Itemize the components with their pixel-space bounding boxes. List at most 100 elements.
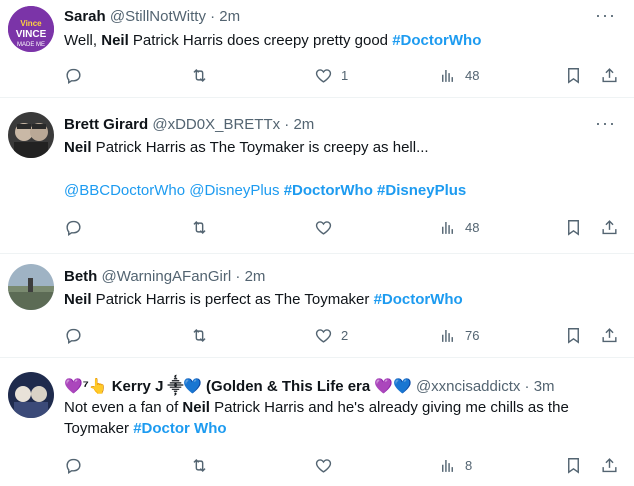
mention-link[interactable]: @DisneyPlus <box>189 182 279 199</box>
heart-icon <box>315 221 332 235</box>
like-button[interactable] <box>314 456 341 475</box>
avatar-image <box>8 112 54 158</box>
user-handle[interactable]: @StillNotWitty <box>110 8 206 25</box>
tweet[interactable]: Vince VINCE MADE ME Sarah @StillNotWitty… <box>0 0 634 98</box>
views-button[interactable]: 76 <box>438 326 479 345</box>
retweet-button[interactable] <box>190 326 217 345</box>
tweet-text-continued: Toymaker #Doctor Who <box>64 419 227 439</box>
share-icon <box>602 68 617 83</box>
share-button[interactable] <box>600 218 619 237</box>
display-name[interactable]: Brett Girard <box>64 116 148 133</box>
share-icon <box>602 328 617 343</box>
reply-button[interactable] <box>64 326 91 345</box>
avatar[interactable] <box>8 264 54 310</box>
retweet-button[interactable] <box>190 218 217 237</box>
reply-icon <box>66 68 81 84</box>
share-button[interactable] <box>600 326 619 345</box>
avatar[interactable] <box>8 112 54 158</box>
heart-icon <box>315 69 332 83</box>
separator-dot: · <box>284 116 290 133</box>
bookmark-button[interactable] <box>564 326 583 345</box>
user-handle[interactable]: @xxncisaddictx <box>416 378 520 395</box>
text-run: Patrick Harris and he's already giving m… <box>209 399 569 416</box>
views-count: 76 <box>465 328 480 343</box>
bookmark-icon <box>568 328 579 344</box>
timestamp[interactable]: 2m <box>293 116 314 133</box>
tweet-text-continued: @BBCDoctorWho @DisneyPlus #DoctorWho #Di… <box>64 181 466 201</box>
tweet-feed: Vince VINCE MADE ME Sarah @StillNotWitty… <box>0 0 634 486</box>
display-name[interactable]: Beth <box>64 268 97 285</box>
text-run: Patrick Harris does creepy pretty good <box>128 32 393 49</box>
tweet[interactable]: Brett Girard @xDD0X_BRETTx · 2m ··· Neil… <box>0 98 634 254</box>
bookmark-button[interactable] <box>564 456 583 475</box>
display-name[interactable]: Sarah <box>64 8 106 25</box>
retweet-icon <box>193 458 206 473</box>
timestamp[interactable]: 2m <box>245 268 266 285</box>
separator-dot: · <box>210 8 216 25</box>
reply-button[interactable] <box>64 218 91 237</box>
share-button[interactable] <box>600 456 619 475</box>
more-options-icon[interactable]: ··· <box>595 114 616 132</box>
like-button[interactable] <box>314 218 341 237</box>
bold-text: Neil <box>64 139 92 156</box>
bookmark-button[interactable] <box>564 218 583 237</box>
svg-text:Vince: Vince <box>20 19 42 28</box>
more-options-icon[interactable]: ··· <box>595 6 616 24</box>
views-button[interactable]: 48 <box>438 218 479 237</box>
avatar-image <box>8 372 54 418</box>
views-count: 48 <box>465 68 480 83</box>
like-button[interactable]: 1 <box>314 66 348 85</box>
bold-text: Neil <box>64 291 92 308</box>
text-run: Patrick Harris as The Toymaker is creepy… <box>91 139 429 156</box>
text-run: Not even a fan of <box>64 399 183 416</box>
text-run: Well, <box>64 32 102 49</box>
views-button[interactable]: 48 <box>438 66 479 85</box>
tweet-actions: 48 <box>0 218 634 238</box>
retweet-button[interactable] <box>190 456 217 475</box>
mention-link[interactable]: @BBCDoctorWho <box>64 182 185 199</box>
bookmark-icon <box>568 458 579 474</box>
share-button[interactable] <box>600 66 619 85</box>
timestamp[interactable]: 3m <box>534 378 555 395</box>
like-count: 2 <box>341 328 349 343</box>
retweet-icon <box>193 68 206 83</box>
hashtag-link[interactable]: #DoctorWho <box>284 182 373 199</box>
reply-icon <box>66 220 81 236</box>
tweet-header: 💜⁷👆 Kerry J ⸎💙 (Golden & This Life era 💜… <box>64 376 555 396</box>
timestamp[interactable]: 2m <box>219 8 240 25</box>
like-button[interactable]: 2 <box>314 326 348 345</box>
tweet-header: Sarah @StillNotWitty · 2m <box>64 8 240 25</box>
views-chart-icon <box>442 221 453 234</box>
views-chart-icon <box>442 329 453 342</box>
tweet-text: Well, Neil Patrick Harris does creepy pr… <box>64 31 481 51</box>
retweet-icon <box>193 220 206 235</box>
tweet-actions: 8 <box>0 456 634 476</box>
text-run: Toymaker <box>64 420 134 437</box>
bookmark-button[interactable] <box>564 66 583 85</box>
hashtag-link[interactable]: #Doctor Who <box>133 420 226 437</box>
reply-icon <box>66 328 81 344</box>
avatar[interactable] <box>8 372 54 418</box>
hashtag-link[interactable]: #DisneyPlus <box>377 182 466 199</box>
user-handle[interactable]: @xDD0X_BRETTx <box>152 116 280 133</box>
views-count: 48 <box>465 220 480 235</box>
display-name[interactable]: 💜⁷👆 Kerry J ⸎💙 (Golden & This Life era 💜… <box>64 378 412 395</box>
separator-dot: · <box>235 268 241 285</box>
hashtag-link[interactable]: #DoctorWho <box>374 291 463 308</box>
hashtag-link[interactable]: #DoctorWho <box>392 32 481 49</box>
tweet-text: Neil Patrick Harris as The Toymaker is c… <box>64 138 429 158</box>
like-count: 1 <box>341 68 349 83</box>
tweet-header: Beth @WarningAFanGirl · 2m <box>64 268 265 285</box>
avatar[interactable]: Vince VINCE MADE ME <box>8 6 54 52</box>
user-handle[interactable]: @WarningAFanGirl <box>102 268 232 285</box>
views-button[interactable]: 8 <box>438 456 472 475</box>
tweet[interactable]: 💜⁷👆 Kerry J ⸎💙 (Golden & This Life era 💜… <box>0 358 634 486</box>
tweet-text: Not even a fan of Neil Patrick Harris an… <box>64 398 569 418</box>
separator-dot: · <box>524 378 530 395</box>
reply-button[interactable] <box>64 66 91 85</box>
reply-button[interactable] <box>64 456 91 475</box>
share-icon <box>602 458 617 473</box>
tweet[interactable]: Beth @WarningAFanGirl · 2m Neil Patrick … <box>0 254 634 358</box>
retweet-button[interactable] <box>190 66 217 85</box>
heart-icon <box>315 459 332 473</box>
